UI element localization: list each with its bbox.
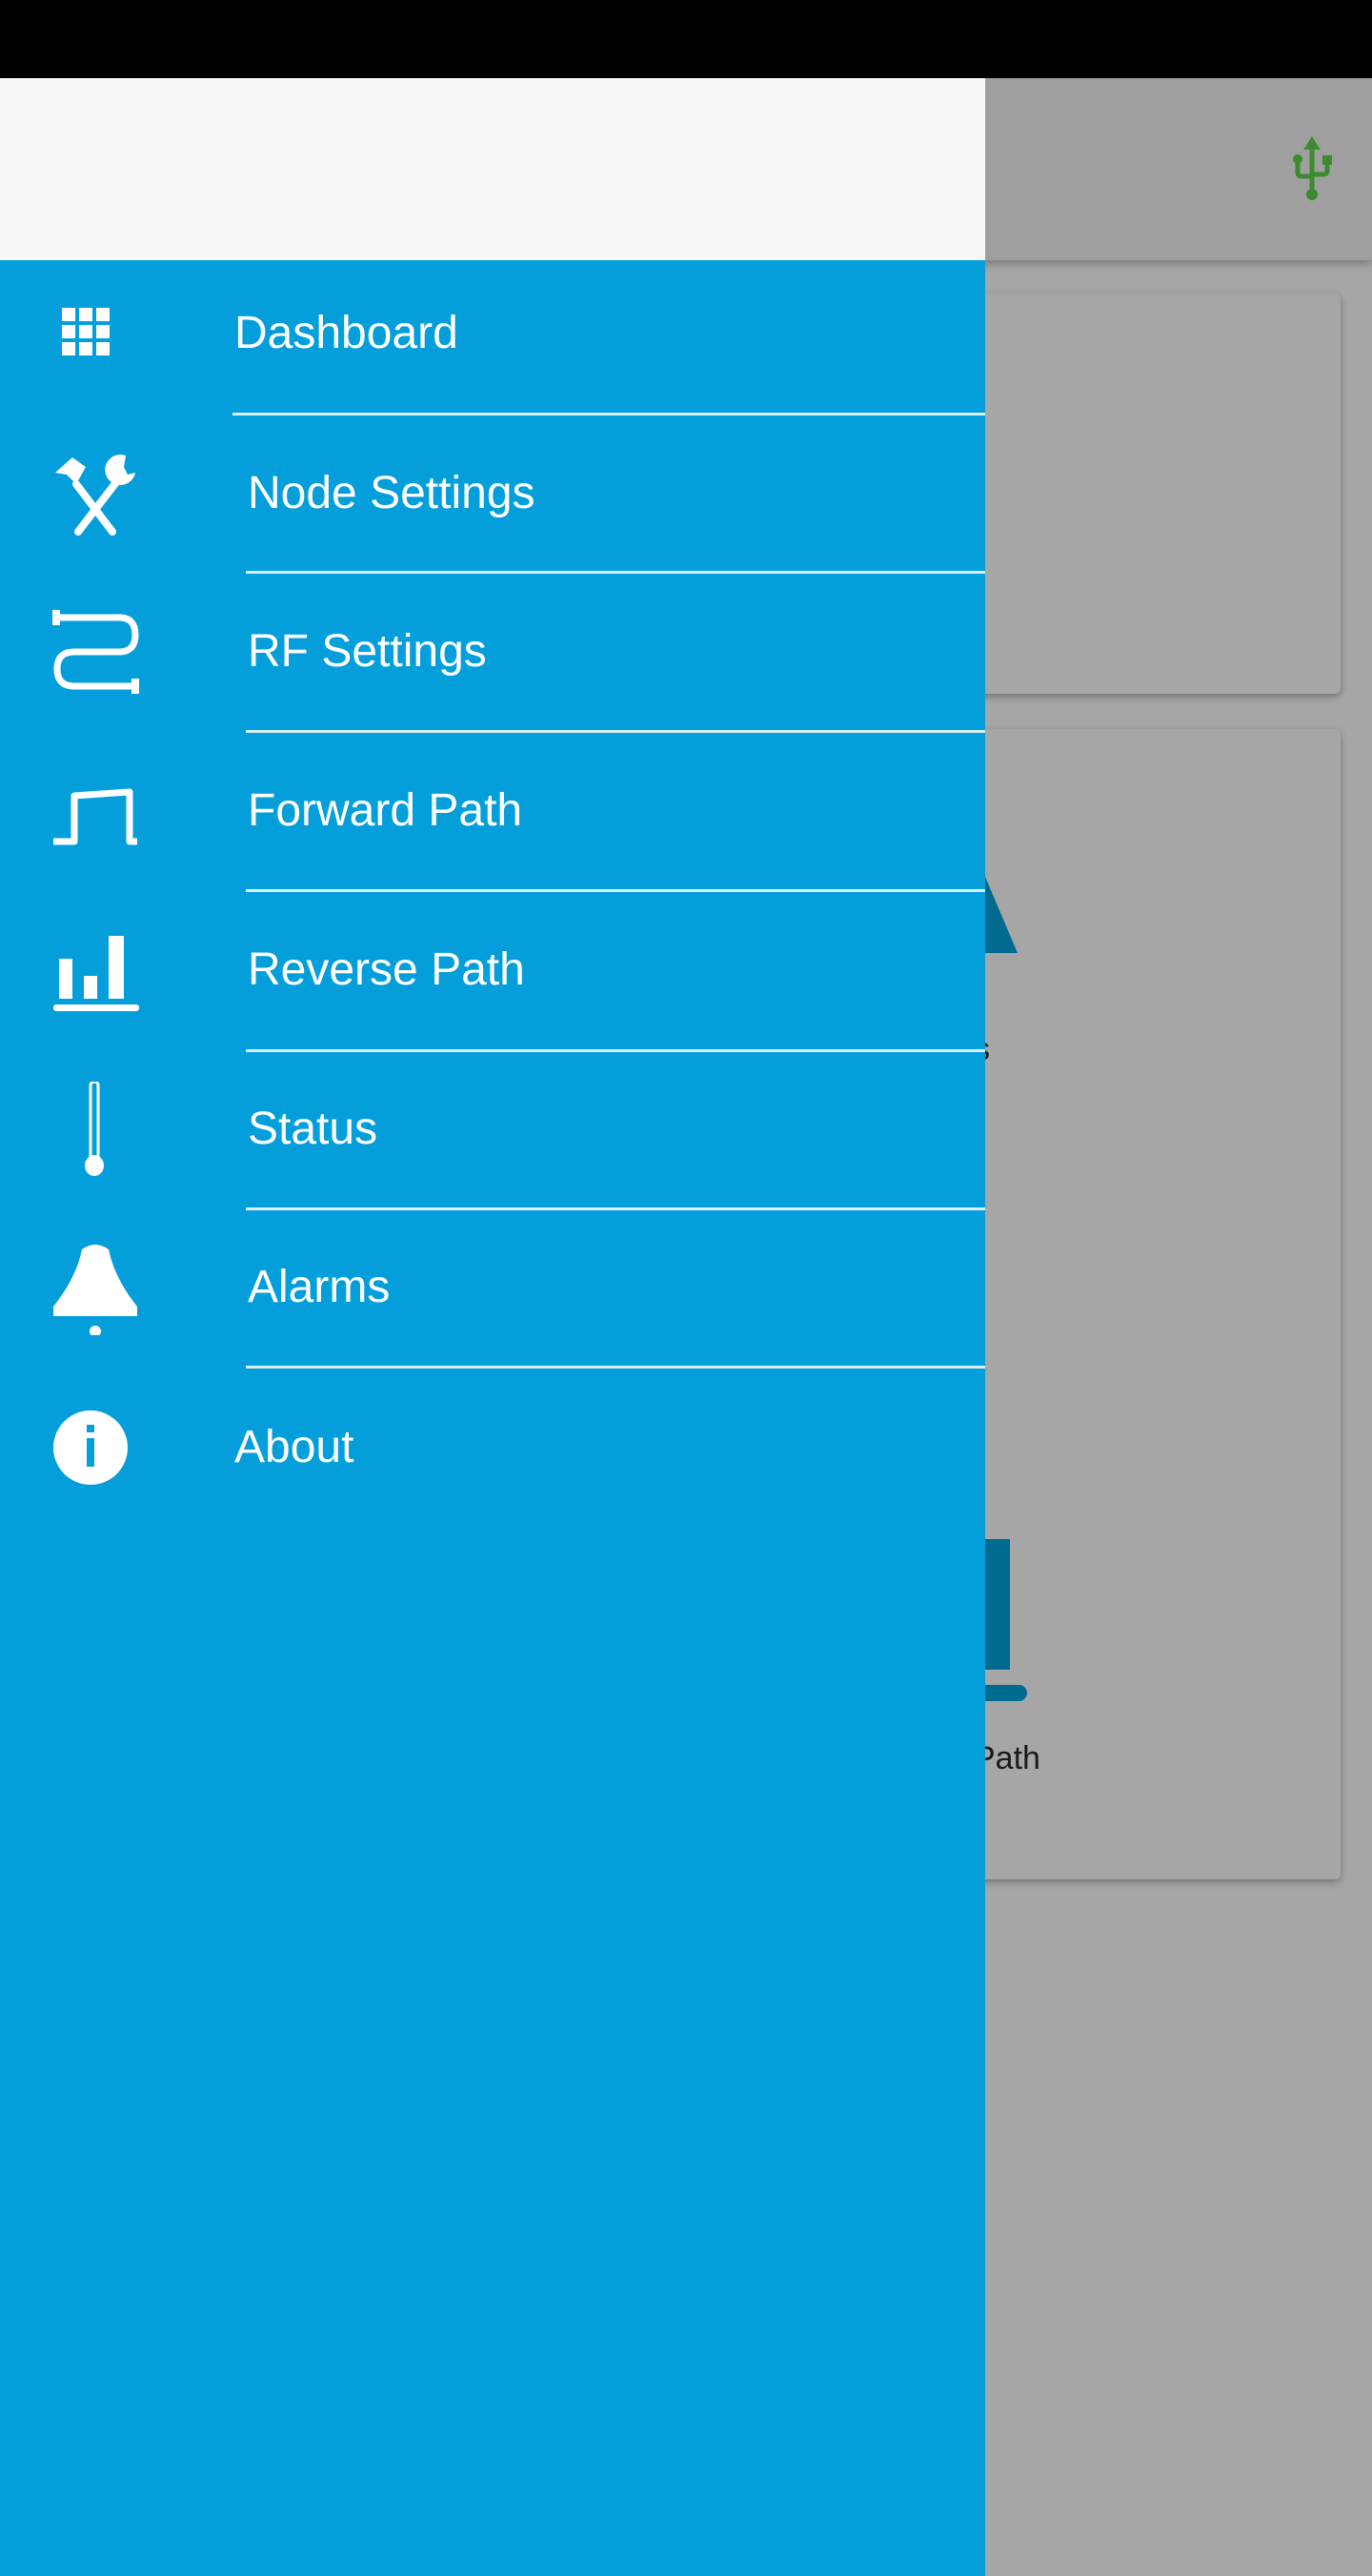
divider bbox=[246, 1049, 985, 1052]
nav-item-label: About bbox=[234, 1422, 354, 1472]
nav-item-label: RF Settings bbox=[248, 626, 487, 677]
pulse-icon bbox=[53, 788, 137, 845]
nav-item-label: Forward Path bbox=[248, 785, 523, 836]
nav-item-node-settings[interactable]: Node Settings bbox=[0, 417, 985, 570]
divider bbox=[246, 730, 985, 733]
divider bbox=[246, 1207, 985, 1210]
nav-item-label: Alarms bbox=[248, 1262, 391, 1312]
nav-item-dashboard[interactable]: Dashboard bbox=[0, 257, 985, 410]
drawer-header bbox=[0, 78, 985, 260]
grid-icon bbox=[62, 308, 110, 355]
divider bbox=[232, 413, 985, 416]
nav-item-label: Status bbox=[248, 1104, 378, 1154]
info-icon bbox=[53, 1410, 128, 1485]
usb-icon[interactable] bbox=[1291, 136, 1333, 201]
nav-item-label: Reverse Path bbox=[248, 944, 525, 995]
nav-item-label: Node Settings bbox=[248, 468, 535, 518]
navigation-drawer: Dashboard Node Settings RF Settings Forw… bbox=[0, 78, 985, 2576]
tools-icon bbox=[55, 454, 135, 536]
dashboard-card[interactable] bbox=[962, 294, 1341, 694]
divider bbox=[246, 889, 985, 892]
nav-item-rf-settings[interactable]: RF Settings bbox=[0, 576, 985, 728]
nav-item-forward-path[interactable]: Forward Path bbox=[0, 735, 985, 887]
bar-chart-icon bbox=[53, 936, 139, 1011]
divider bbox=[246, 571, 985, 574]
nav-item-reverse-path[interactable]: Reverse Path bbox=[0, 894, 985, 1046]
thermometer-icon bbox=[85, 1082, 104, 1176]
nav-item-status[interactable]: Status bbox=[0, 1053, 985, 1206]
status-bar bbox=[0, 0, 1372, 78]
divider bbox=[246, 1366, 985, 1369]
nav-item-label: Dashboard bbox=[234, 308, 458, 358]
nav-item-about[interactable]: About bbox=[0, 1371, 985, 1524]
bell-icon bbox=[53, 1245, 137, 1335]
cable-icon bbox=[52, 610, 139, 694]
nav-item-alarms[interactable]: Alarms bbox=[0, 1211, 985, 1364]
